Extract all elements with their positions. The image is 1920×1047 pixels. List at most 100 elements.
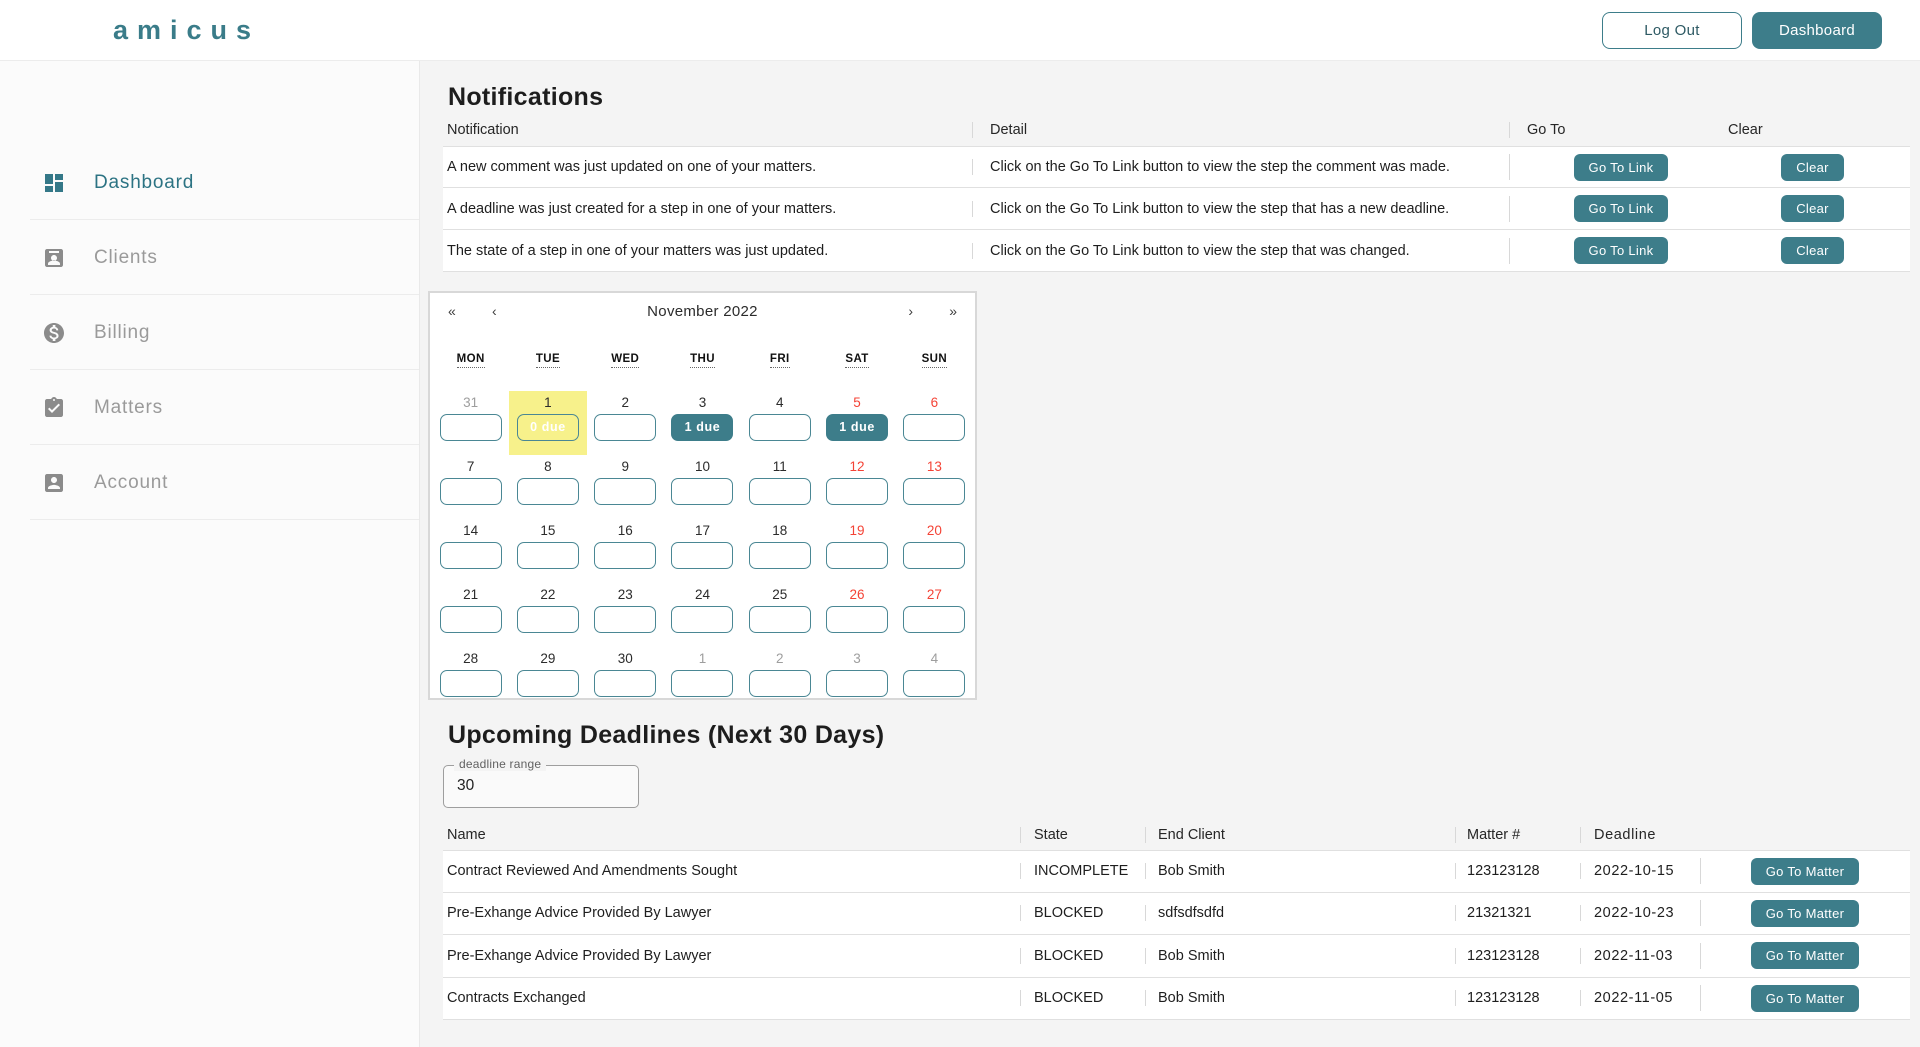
sidebar-item-dashboard[interactable]: Dashboard bbox=[0, 145, 419, 220]
calendar-day-due-box[interactable] bbox=[903, 670, 965, 697]
calendar-day-due-box[interactable] bbox=[517, 606, 579, 633]
calendar-day[interactable]: 24 bbox=[664, 583, 741, 647]
calendar-widget: November 2022 « ‹ › » MON TUE WED THU FR… bbox=[428, 291, 977, 700]
log-out-button[interactable]: Log Out bbox=[1602, 12, 1742, 49]
calendar-day-due-box[interactable] bbox=[749, 414, 811, 441]
go-to-matter-button[interactable]: Go To Matter bbox=[1751, 942, 1860, 969]
calendar-day[interactable]: 10 due bbox=[509, 391, 586, 455]
calendar-day-due-box[interactable]: 1 due bbox=[671, 414, 733, 441]
go-to-matter-button[interactable]: Go To Matter bbox=[1751, 985, 1860, 1012]
go-to-matter-button[interactable]: Go To Matter bbox=[1751, 858, 1860, 885]
calendar-day-due-box[interactable] bbox=[440, 478, 502, 505]
calendar-day-due-box[interactable] bbox=[749, 606, 811, 633]
calendar-day-due-box[interactable] bbox=[594, 606, 656, 633]
calendar-day[interactable]: 2 bbox=[741, 647, 818, 711]
calendar-day[interactable]: 10 bbox=[664, 455, 741, 519]
go-to-link-button[interactable]: Go To Link bbox=[1574, 237, 1669, 264]
deadline-row: Contract Reviewed And Amendments SoughtI… bbox=[443, 850, 1910, 893]
calendar-day[interactable]: 19 bbox=[818, 519, 895, 583]
calendar-day[interactable]: 3 bbox=[818, 647, 895, 711]
calendar-day-due-box[interactable] bbox=[749, 670, 811, 697]
dashboard-button[interactable]: Dashboard bbox=[1752, 12, 1882, 49]
calendar-day[interactable]: 27 bbox=[896, 583, 973, 647]
calendar-day-due-box[interactable] bbox=[903, 606, 965, 633]
calendar-day-due-box[interactable] bbox=[594, 542, 656, 569]
calendar-day-due-box[interactable]: 0 due bbox=[517, 414, 579, 441]
sidebar-item-clients[interactable]: Clients bbox=[0, 220, 419, 295]
calendar-day-due-box[interactable] bbox=[903, 414, 965, 441]
calendar-day-due-box[interactable] bbox=[517, 542, 579, 569]
calendar-prev-icon[interactable]: ‹ bbox=[486, 301, 503, 321]
calendar-day[interactable]: 16 bbox=[587, 519, 664, 583]
calendar-day[interactable]: 7 bbox=[432, 455, 509, 519]
go-to-link-button[interactable]: Go To Link bbox=[1574, 195, 1669, 222]
calendar-day-due-box[interactable] bbox=[749, 478, 811, 505]
calendar-day-due-box[interactable] bbox=[671, 542, 733, 569]
deadlines-table: Name State End Client Matter # Deadline … bbox=[443, 820, 1910, 1020]
calendar-day[interactable]: 17 bbox=[664, 519, 741, 583]
sidebar-item-billing[interactable]: Billing bbox=[0, 295, 419, 370]
calendar-day-due-box[interactable] bbox=[594, 670, 656, 697]
calendar-day[interactable]: 31 due bbox=[664, 391, 741, 455]
calendar-day-due-box[interactable] bbox=[671, 478, 733, 505]
calendar-day-due-box[interactable]: 1 due bbox=[826, 414, 888, 441]
calendar-day[interactable]: 28 bbox=[432, 647, 509, 711]
calendar-day[interactable]: 8 bbox=[509, 455, 586, 519]
notification-text: A new comment was just updated on one of… bbox=[443, 159, 972, 175]
calendar-day-due-box[interactable] bbox=[749, 542, 811, 569]
calendar-day[interactable]: 13 bbox=[896, 455, 973, 519]
clear-button[interactable]: Clear bbox=[1781, 195, 1844, 222]
calendar-day[interactable]: 6 bbox=[896, 391, 973, 455]
calendar-day[interactable]: 18 bbox=[741, 519, 818, 583]
clipboard-check-icon bbox=[42, 396, 66, 420]
calendar-last-icon[interactable]: » bbox=[943, 301, 963, 321]
calendar-day-due-box[interactable] bbox=[440, 670, 502, 697]
calendar-day-due-box[interactable] bbox=[517, 670, 579, 697]
calendar-day-due-box[interactable] bbox=[440, 542, 502, 569]
calendar-day[interactable]: 12 bbox=[818, 455, 895, 519]
calendar-day[interactable]: 31 bbox=[432, 391, 509, 455]
calendar-day-due-box[interactable] bbox=[826, 542, 888, 569]
sidebar-item-matters[interactable]: Matters bbox=[0, 370, 419, 445]
deadlines-title: Upcoming Deadlines (Next 30 Days) bbox=[448, 721, 884, 750]
calendar-day[interactable]: 25 bbox=[741, 583, 818, 647]
calendar-day[interactable]: 20 bbox=[896, 519, 973, 583]
calendar-day-due-box[interactable] bbox=[517, 478, 579, 505]
calendar-day[interactable]: 51 due bbox=[818, 391, 895, 455]
calendar-day[interactable]: 29 bbox=[509, 647, 586, 711]
go-to-link-button[interactable]: Go To Link bbox=[1574, 154, 1669, 181]
calendar-day[interactable]: 26 bbox=[818, 583, 895, 647]
calendar-first-icon[interactable]: « bbox=[442, 301, 462, 321]
calendar-day[interactable]: 4 bbox=[741, 391, 818, 455]
calendar-day-due-box[interactable] bbox=[440, 606, 502, 633]
calendar-day[interactable]: 15 bbox=[509, 519, 586, 583]
calendar-day-due-box[interactable] bbox=[826, 478, 888, 505]
calendar-day[interactable]: 22 bbox=[509, 583, 586, 647]
calendar-day-due-box[interactable] bbox=[671, 670, 733, 697]
calendar-day[interactable]: 23 bbox=[587, 583, 664, 647]
go-to-matter-button[interactable]: Go To Matter bbox=[1751, 900, 1860, 927]
calendar-day-due-box[interactable] bbox=[903, 542, 965, 569]
calendar-day-number: 18 bbox=[741, 521, 818, 540]
calendar-day-due-box[interactable] bbox=[671, 606, 733, 633]
calendar-day-due-box[interactable] bbox=[903, 478, 965, 505]
calendar-day-due-box[interactable] bbox=[826, 670, 888, 697]
calendar-day[interactable]: 1 bbox=[664, 647, 741, 711]
deadline-matter-number: 123123128 bbox=[1455, 948, 1580, 964]
calendar-day[interactable]: 4 bbox=[896, 647, 973, 711]
sidebar-item-account[interactable]: Account bbox=[0, 445, 419, 520]
calendar-day[interactable]: 11 bbox=[741, 455, 818, 519]
calendar-day[interactable]: 21 bbox=[432, 583, 509, 647]
calendar-day[interactable]: 9 bbox=[587, 455, 664, 519]
calendar-day[interactable]: 14 bbox=[432, 519, 509, 583]
calendar-day-due-box[interactable] bbox=[826, 606, 888, 633]
calendar-day-due-box[interactable] bbox=[594, 414, 656, 441]
calendar-next-icon[interactable]: › bbox=[902, 301, 919, 321]
calendar-day-due-box[interactable] bbox=[594, 478, 656, 505]
calendar-day[interactable]: 2 bbox=[587, 391, 664, 455]
clear-button[interactable]: Clear bbox=[1781, 154, 1844, 181]
deadline-range-input[interactable] bbox=[457, 777, 617, 795]
calendar-day[interactable]: 30 bbox=[587, 647, 664, 711]
calendar-day-due-box[interactable] bbox=[440, 414, 502, 441]
clear-button[interactable]: Clear bbox=[1781, 237, 1844, 264]
